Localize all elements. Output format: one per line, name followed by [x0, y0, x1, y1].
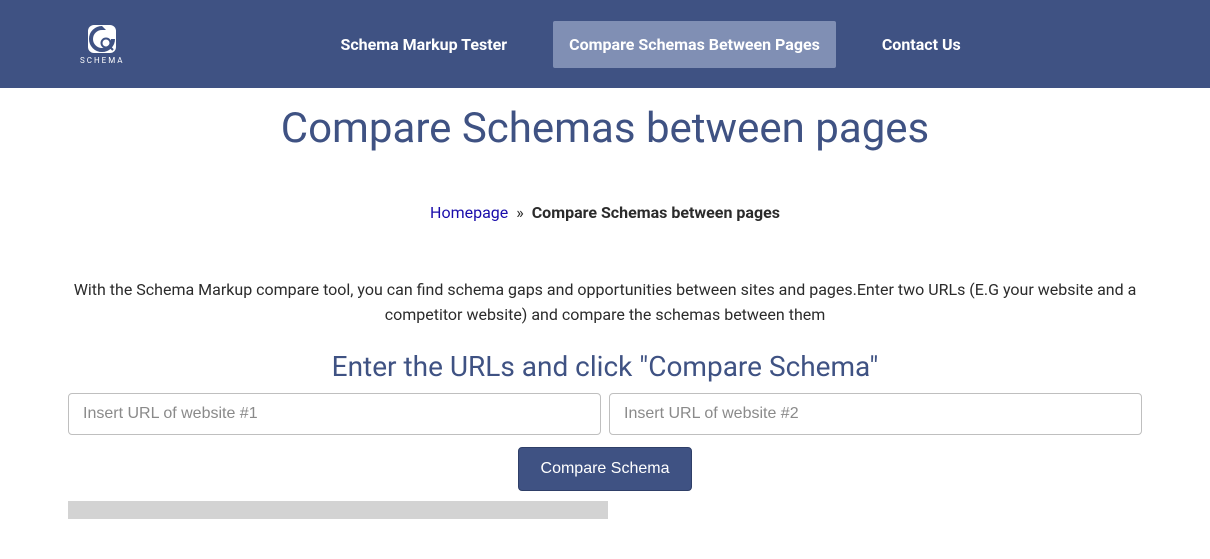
breadcrumb: Homepage » Compare Schemas between pages: [68, 203, 1142, 222]
nav-link-contact[interactable]: Contact Us: [866, 21, 977, 68]
url-inputs-row: [68, 393, 1142, 435]
breadcrumb-home-link[interactable]: Homepage: [430, 203, 508, 222]
nav-link-schema-tester[interactable]: Schema Markup Tester: [324, 21, 523, 68]
logo-icon: [87, 24, 117, 54]
main-content: Compare Schemas between pages Homepage »…: [60, 104, 1150, 559]
result-placeholder-strip: [68, 501, 608, 519]
url-input-1[interactable]: [68, 393, 601, 435]
breadcrumb-current: Compare Schemas between pages: [532, 203, 780, 222]
top-nav: SCHEMA Schema Markup Tester Compare Sche…: [0, 0, 1210, 88]
form-heading: Enter the URLs and click "Compare Schema…: [68, 350, 1142, 383]
breadcrumb-separator: »: [516, 203, 524, 222]
page-title: Compare Schemas between pages: [68, 104, 1142, 153]
submit-row: Compare Schema: [68, 447, 1142, 491]
url-input-2[interactable]: [609, 393, 1142, 435]
nav-items: Schema Markup Tester Compare Schemas Bet…: [324, 21, 976, 68]
compare-button[interactable]: Compare Schema: [518, 447, 693, 491]
nav-link-compare-schemas[interactable]: Compare Schemas Between Pages: [553, 21, 836, 68]
brand-name: SCHEMA: [80, 56, 124, 65]
brand-logo[interactable]: SCHEMA: [80, 24, 124, 65]
page-description: With the Schema Markup compare tool, you…: [68, 278, 1142, 328]
